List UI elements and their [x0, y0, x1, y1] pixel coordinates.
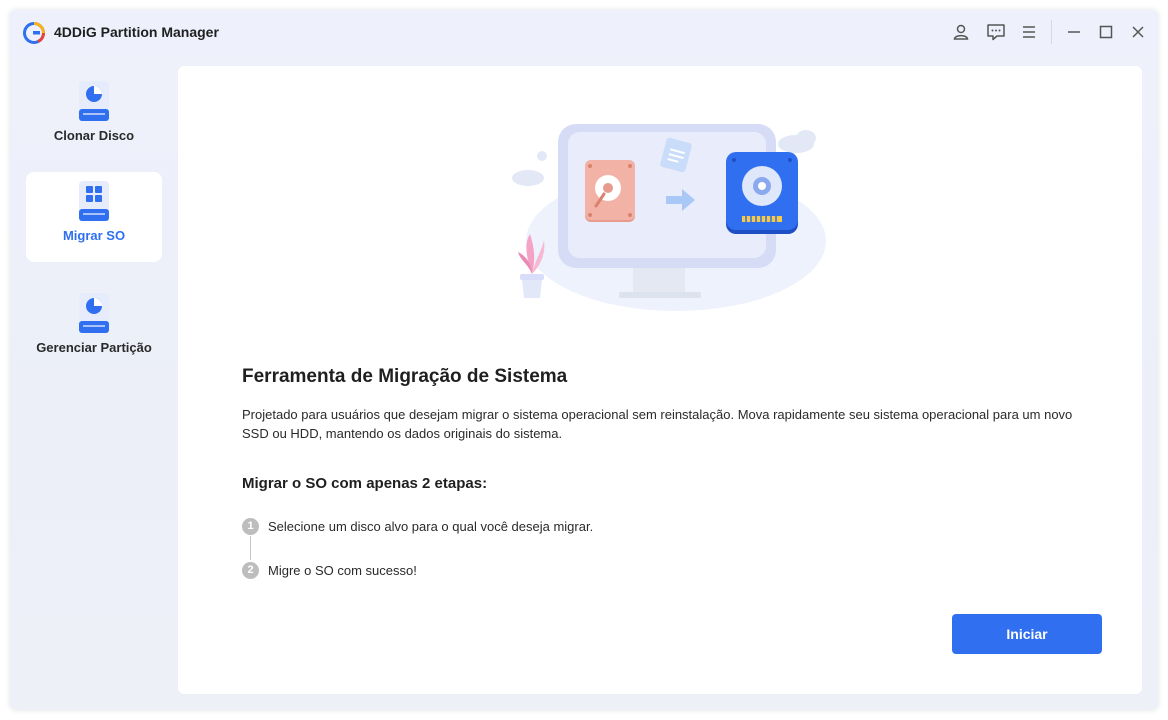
feedback-icon[interactable]	[986, 22, 1006, 42]
sidebar-item-label: Migrar SO	[62, 228, 126, 243]
disk-pie-icon	[79, 293, 109, 333]
start-button[interactable]: Iniciar	[952, 614, 1102, 654]
user-icon[interactable]	[951, 22, 971, 42]
step-number-badge: 2	[242, 562, 259, 579]
steps-connector	[250, 536, 251, 560]
steps-title: Migrar o SO com apenas 2 etapas:	[242, 475, 488, 492]
menu-icon[interactable]	[1019, 22, 1039, 42]
sidebar: Clonar Disco Migrar SO Gerenciar Partiçã…	[10, 54, 178, 710]
step-number-badge: 1	[242, 518, 259, 535]
sidebar-item-gerenciar-particao[interactable]: Gerenciar Partição	[26, 284, 162, 374]
step-text: Migre o SO com sucesso!	[268, 563, 417, 578]
close-icon[interactable]	[1128, 22, 1148, 42]
app-logo-icon	[23, 22, 45, 44]
disk-pie-icon	[79, 81, 109, 121]
minimize-icon[interactable]	[1064, 22, 1084, 42]
sidebar-item-migrar-so[interactable]: Migrar SO	[26, 172, 162, 262]
sidebar-item-label: Gerenciar Partição	[36, 340, 152, 355]
page-description: Projetado para usuários que desejam migr…	[242, 407, 1073, 441]
migration-illustration	[512, 124, 826, 311]
sidebar-item-clonar-disco[interactable]: Clonar Disco	[26, 72, 162, 162]
title-bar: 4DDiG Partition Manager	[10, 10, 1158, 54]
sidebar-item-label: Clonar Disco	[53, 128, 135, 143]
titlebar-separator	[1051, 20, 1052, 44]
maximize-icon[interactable]	[1096, 22, 1116, 42]
disk-windows-icon	[79, 181, 109, 221]
page-title: Ferramenta de Migração de Sistema	[242, 366, 568, 387]
step-text: Selecione um disco alvo para o qual você…	[268, 519, 594, 534]
main-panel: Ferramenta de Migração de Sistema Projet…	[178, 66, 1142, 694]
app-title: 4DDiG Partition Manager	[54, 24, 219, 40]
app-window: 4DDiG Partition Manager Clonar Disco Mig…	[10, 10, 1158, 710]
